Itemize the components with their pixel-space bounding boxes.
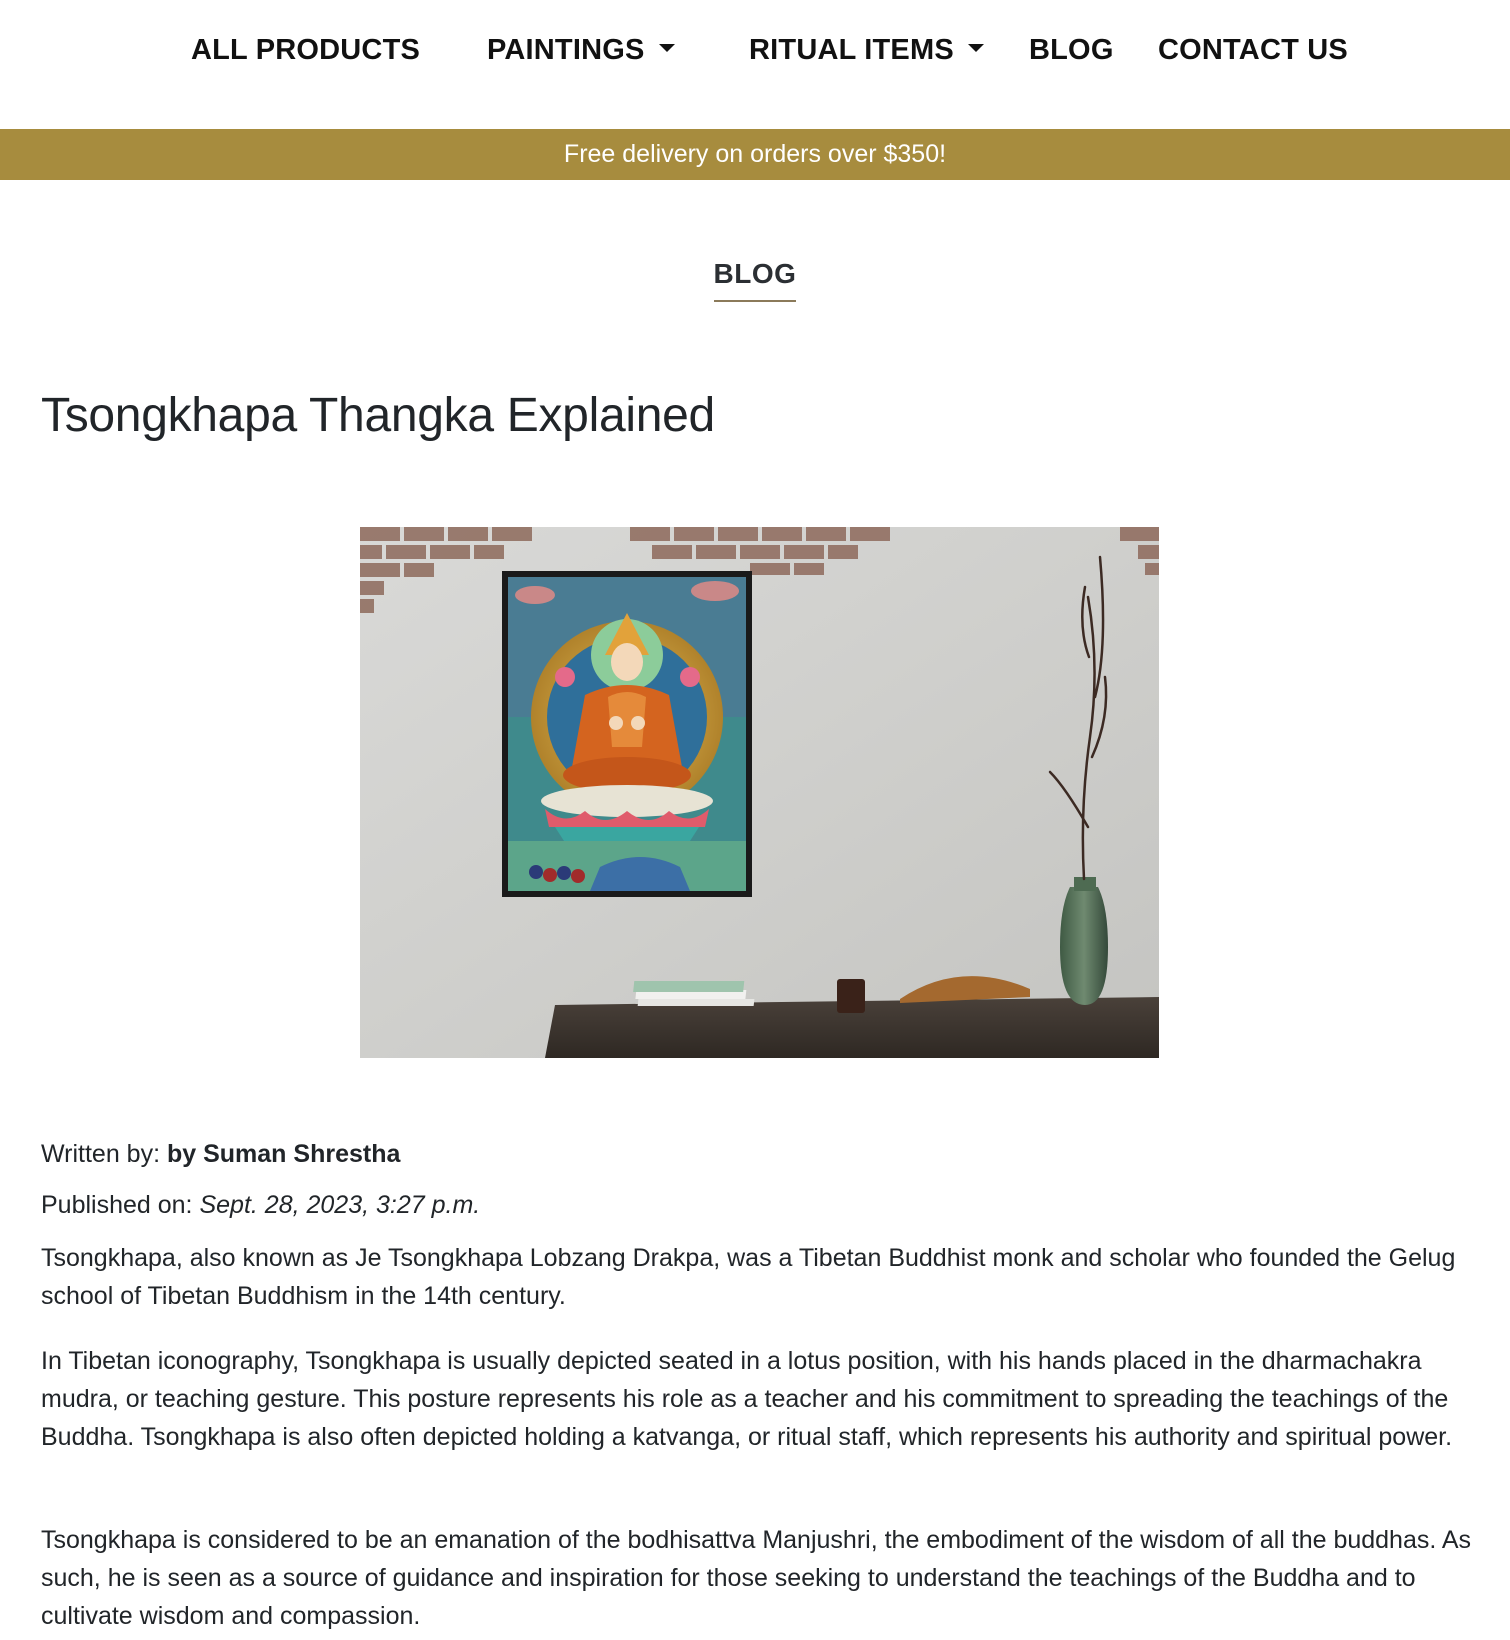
- published-label: Published on:: [41, 1191, 193, 1219]
- post-hero-image: [360, 527, 1159, 1058]
- top-navigation: ALL PRODUCTS PAINTINGS RITUAL ITEMS BLOG…: [0, 0, 1510, 129]
- nav-ritual-items-dropdown[interactable]: RITUAL ITEMS: [749, 30, 984, 70]
- post-paragraph: In Tibetan iconography, Tsongkhapa is us…: [41, 1347, 1453, 1451]
- section-heading-label: BLOG: [713, 258, 797, 302]
- nav-contact-us[interactable]: CONTACT US: [1158, 30, 1348, 70]
- nav-blog-label: BLOG: [1029, 34, 1114, 66]
- caret-down-icon: [658, 44, 675, 53]
- published-value: Sept. 28, 2023, 3:27 p.m.: [199, 1191, 481, 1219]
- post-paragraph: Tsongkhapa, also known as Je Tsongkhapa …: [41, 1244, 1456, 1310]
- nav-paintings-label: PAINTINGS: [487, 34, 645, 66]
- nav-contact-us-label: CONTACT US: [1158, 34, 1348, 66]
- nav-all-products[interactable]: ALL PRODUCTS: [191, 30, 420, 70]
- post-author: Written by: by Suman Shrestha: [41, 1140, 400, 1169]
- post-published-date: Published on: Sept. 28, 2023, 3:27 p.m.: [41, 1191, 480, 1220]
- author-label: Written by:: [41, 1140, 161, 1168]
- free-delivery-banner: Free delivery on orders over $350!: [0, 129, 1510, 180]
- nav-paintings-dropdown[interactable]: PAINTINGS: [487, 30, 675, 70]
- banner-text: Free delivery on orders over $350!: [563, 140, 947, 168]
- nav-all-products-label: ALL PRODUCTS: [191, 34, 421, 66]
- nav-blog[interactable]: BLOG: [1029, 30, 1114, 70]
- thangka-photo-icon: [360, 527, 1159, 1058]
- author-name: by Suman Shrestha: [166, 1140, 401, 1168]
- section-heading: BLOG: [0, 258, 1510, 302]
- post-title: Tsongkhapa Thangka Explained: [41, 389, 715, 442]
- nav-ritual-items-label: RITUAL ITEMS: [749, 34, 954, 66]
- caret-down-icon: [967, 44, 984, 53]
- post-paragraph: Tsongkhapa is considered to be an emanat…: [41, 1526, 1472, 1630]
